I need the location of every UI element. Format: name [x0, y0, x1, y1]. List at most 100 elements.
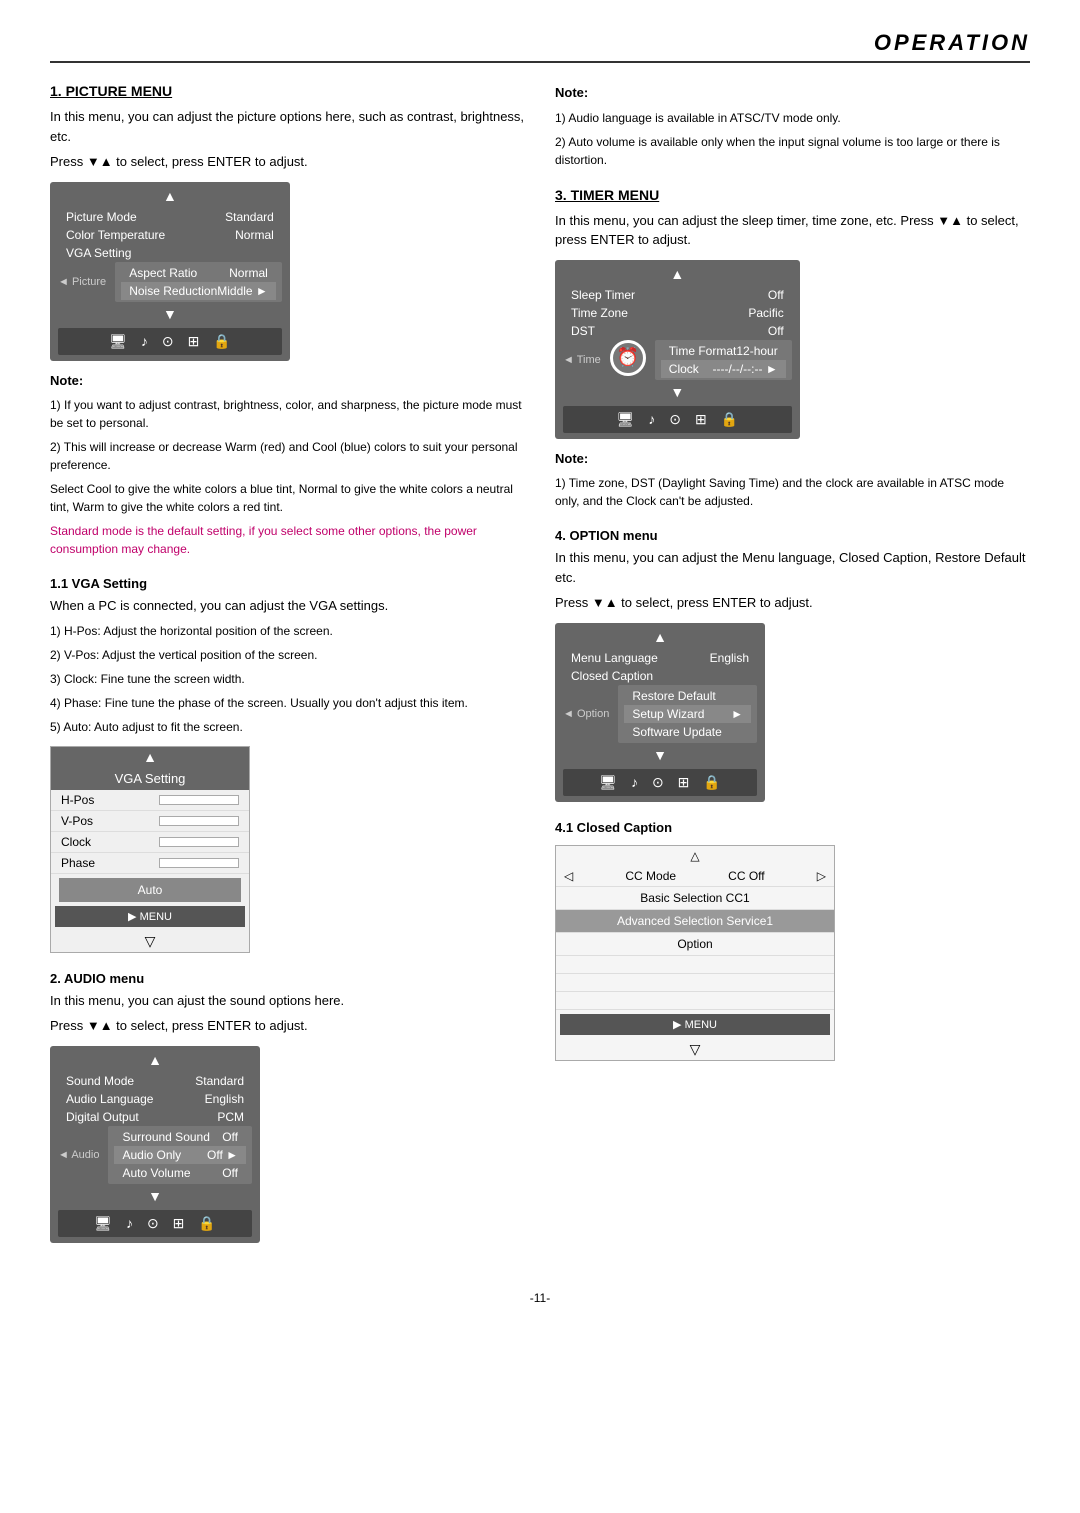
audio-menu-row-1: Sound ModeStandard — [58, 1072, 252, 1090]
timer-menu-icons: 🖥 ♪ ⊙ ⊞ 🔒 — [563, 406, 792, 433]
picture-menu-icons: 🖥 ♪ ⊙ ⊞ 🔒 — [58, 328, 282, 355]
timer-menu-wrap: ▲ Sleep TimerOff Time ZonePacific DSTOff… — [555, 260, 1030, 439]
vga-item-2: 2) V-Pos: Adjust the vertical position o… — [50, 646, 525, 664]
audio-icon: ♪ — [141, 333, 148, 350]
cc-top-row: ◁ CC Mode CC Off ▷ — [556, 866, 834, 887]
lock-icon-2: 🔒 — [198, 1215, 215, 1232]
picture-nav-label: ◄ Picture — [58, 276, 106, 288]
vga-menu-mockup: ▲ VGA Setting H-Pos V-Pos Clock Phase — [50, 746, 250, 953]
vga-bar-phase — [159, 858, 239, 868]
col-left: 1. PICTURE MENU In this menu, you can ad… — [50, 83, 525, 1261]
monitor-icon: 🖥 — [109, 333, 127, 350]
picture-menu-content: Aspect RatioNormal Noise ReductionMiddle… — [115, 262, 282, 302]
section3-title: 3. TIMER MENU — [555, 187, 1030, 203]
audio-icon-3: ♪ — [648, 411, 655, 428]
cc-row-advanced: Advanced Selection Service1 — [556, 910, 834, 933]
picture-menu-row-1: Picture ModeStandard — [58, 208, 282, 226]
option-menu-arrow-down: ▼ — [563, 747, 757, 763]
vga-row-phase: Phase — [51, 853, 249, 874]
timer-icon-3: ⊙ — [669, 411, 681, 428]
section-closed-caption: 4.1 Closed Caption △ ◁ CC Mode CC Off ▷ … — [555, 820, 1030, 1061]
vga-auto-btn: Auto — [59, 878, 241, 902]
clock-icon: ⏰ — [610, 340, 646, 376]
section1-note2: 2) This will increase or decrease Warm (… — [50, 438, 525, 474]
section2-title: 2. AUDIO menu — [50, 971, 525, 986]
audio-menu-row-3: Digital OutputPCM — [58, 1108, 252, 1126]
section-vga: 1.1 VGA Setting When a PC is connected, … — [50, 576, 525, 953]
option-menu-row-3: Restore Default — [624, 687, 751, 705]
option-menu-content: Restore Default Setup Wizard► Software U… — [618, 685, 757, 743]
lock-icon-3: 🔒 — [721, 411, 738, 428]
cc-nav-right: ▷ — [817, 869, 826, 883]
section3-intro: In this menu, you can adjust the sleep t… — [555, 211, 1030, 250]
option-menu-row-2: Closed Caption — [563, 667, 757, 685]
picture-menu-row-5: Noise ReductionMiddle ► — [121, 282, 276, 300]
section1-1-intro: When a PC is connected, you can adjust t… — [50, 596, 525, 616]
grid-icon: ⊞ — [188, 333, 200, 350]
picture-menu-box: ▲ Picture ModeStandard Color Temperature… — [50, 182, 290, 361]
page-header: OPERATION — [50, 30, 1030, 63]
section4-intro: In this menu, you can adjust the Menu la… — [555, 548, 1030, 587]
cc-arrow-up: △ — [556, 846, 834, 866]
cc-row-option: Option — [556, 933, 834, 956]
timer-menu-nav: ◄ Time ⏰ Time Format12-hour Clock----/--… — [563, 340, 792, 380]
timer-menu-row-3: DSTOff — [563, 322, 792, 340]
option-menu-icons: 🖥 ♪ ⊙ ⊞ 🔒 — [563, 769, 757, 796]
vga-arrow-down: ▽ — [51, 931, 249, 952]
cc-row-empty-1 — [556, 956, 834, 974]
audio-note-label: Note: — [555, 83, 1030, 103]
vga-bar-hpos — [159, 795, 239, 805]
cc-menu-mockup: △ ◁ CC Mode CC Off ▷ Basic Selection CC1… — [555, 845, 835, 1061]
section2-press: Press ▼▲ to select, press ENTER to adjus… — [50, 1016, 525, 1036]
cc-mode-value: CC Off — [728, 869, 764, 883]
section1-highlight: Standard mode is the default setting, if… — [50, 522, 525, 558]
section1-1-title: 1.1 VGA Setting — [50, 576, 525, 591]
page-title: OPERATION — [50, 30, 1030, 56]
vga-arrow-up: ▲ — [51, 747, 249, 767]
audio-menu-icons: 🖥 ♪ ⊙ ⊞ 🔒 — [58, 1210, 252, 1237]
section1-press: Press ▼▲ to select, press ENTER to adjus… — [50, 152, 525, 172]
audio-menu-arrow-up: ▲ — [58, 1052, 252, 1068]
audio-notes-section: Note: 1) Audio language is available in … — [555, 83, 1030, 169]
section1-note-label: Note: — [50, 371, 525, 391]
audio-nav-label: ◄ Audio — [58, 1149, 99, 1161]
cc-row-empty-3 — [556, 992, 834, 1010]
cc-row-empty-2 — [556, 974, 834, 992]
picture-menu-arrow-up: ▲ — [58, 188, 282, 204]
timer-icon-2: ⊙ — [147, 1215, 159, 1232]
vga-item-4: 4) Phase: Fine tune the phase of the scr… — [50, 694, 525, 712]
audio-note-2: 2) Auto volume is available only when th… — [555, 133, 1030, 169]
audio-menu-wrap: ▲ Sound ModeStandard Audio LanguageEngli… — [50, 1046, 525, 1243]
section4-title: 4. OPTION menu — [555, 528, 1030, 543]
timer-note-label: Note: — [555, 449, 1030, 469]
cc-mode-label: CC Mode — [625, 869, 676, 883]
vga-menu-btn: ▶ MENU — [55, 906, 245, 927]
timer-menu-row-5: Clock----/--/--:-- ► — [661, 360, 786, 378]
section1-note1: 1) If you want to adjust contrast, brigh… — [50, 396, 525, 432]
vga-row-hpos: H-Pos — [51, 790, 249, 811]
col-right: Note: 1) Audio language is available in … — [555, 83, 1030, 1261]
picture-menu-nav: ◄ Picture Aspect RatioNormal Noise Reduc… — [58, 262, 282, 302]
cc-arrow-down: ▽ — [556, 1039, 834, 1060]
vga-bar-clock — [159, 837, 239, 847]
section4-1-title: 4.1 Closed Caption — [555, 820, 1030, 835]
lock-icon-4: 🔒 — [703, 774, 720, 791]
timer-menu-row-4: Time Format12-hour — [661, 342, 786, 360]
timer-menu-row-2: Time ZonePacific — [563, 304, 792, 322]
option-menu-nav: ◄ Option Restore Default Setup Wizard► S… — [563, 685, 757, 743]
vga-row-clock: Clock — [51, 832, 249, 853]
option-menu-box: ▲ Menu LanguageEnglish Closed Caption ◄ … — [555, 623, 765, 802]
timer-note-1: 1) Time zone, DST (Daylight Saving Time)… — [555, 474, 1030, 510]
timer-menu-row-1: Sleep TimerOff — [563, 286, 792, 304]
timer-icon: ⊙ — [162, 333, 174, 350]
option-menu-arrow-up: ▲ — [563, 629, 757, 645]
timer-menu-arrow-down: ▼ — [563, 384, 792, 400]
page-number: -11- — [50, 1291, 1030, 1305]
picture-menu-row-3: VGA Setting — [58, 244, 282, 262]
audio-menu-row-4: Surround SoundOff — [114, 1128, 246, 1146]
cc-menu-btn: ▶ MENU — [560, 1014, 830, 1035]
vga-bar-vpos — [159, 816, 239, 826]
audio-note-1: 1) Audio language is available in ATSC/T… — [555, 109, 1030, 127]
grid-icon-2: ⊞ — [173, 1215, 185, 1232]
timer-menu-box: ▲ Sleep TimerOff Time ZonePacific DSTOff… — [555, 260, 800, 439]
